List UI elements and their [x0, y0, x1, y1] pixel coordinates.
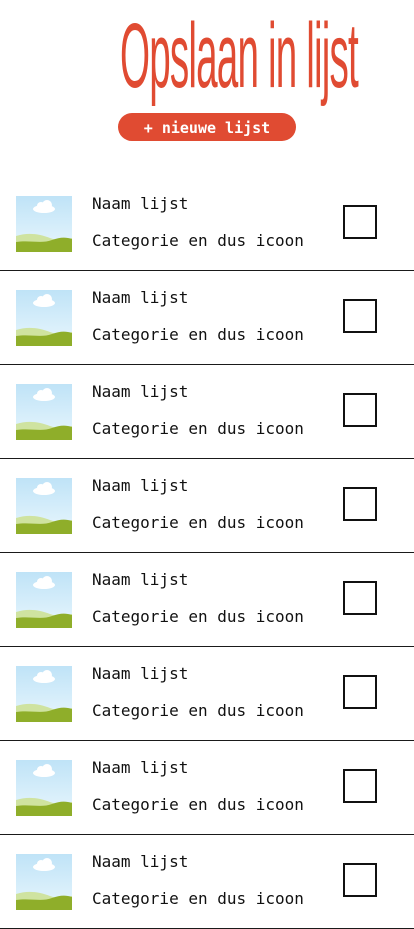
landscape-placeholder-icon — [16, 572, 72, 628]
list-name: Naam lijst — [92, 758, 189, 777]
list-category: Categorie en dus icoon — [92, 325, 304, 344]
list-checkbox[interactable] — [343, 863, 377, 897]
new-list-button[interactable]: + nieuwe lijst — [118, 113, 296, 141]
list-item[interactable]: Naam lijst Categorie en dus icoon — [0, 177, 414, 271]
list-checkbox[interactable] — [343, 769, 377, 803]
list-name: Naam lijst — [92, 664, 189, 683]
list-category: Categorie en dus icoon — [92, 889, 304, 908]
landscape-placeholder-icon — [16, 666, 72, 722]
list-name: Naam lijst — [92, 194, 189, 213]
list-item[interactable]: Naam lijst Categorie en dus icoon — [0, 459, 414, 553]
list-checkbox[interactable] — [343, 205, 377, 239]
landscape-placeholder-icon — [16, 854, 72, 910]
landscape-placeholder-icon — [16, 760, 72, 816]
list-item[interactable]: Naam lijst Categorie en dus icoon — [0, 365, 414, 459]
list-item[interactable]: Naam lijst Categorie en dus icoon — [0, 835, 414, 929]
list-name: Naam lijst — [92, 570, 189, 589]
list-item[interactable]: Naam lijst Categorie en dus icoon — [0, 741, 414, 835]
list-checkbox[interactable] — [343, 299, 377, 333]
list-name: Naam lijst — [92, 476, 189, 495]
landscape-placeholder-icon — [16, 384, 72, 440]
list-category: Categorie en dus icoon — [92, 231, 304, 250]
landscape-placeholder-icon — [16, 290, 72, 346]
list-checkbox[interactable] — [343, 487, 377, 521]
list-name: Naam lijst — [92, 852, 189, 871]
landscape-placeholder-icon — [16, 478, 72, 534]
list-item[interactable]: Naam lijst Categorie en dus icoon — [0, 271, 414, 365]
list-category: Categorie en dus icoon — [92, 419, 304, 438]
list-checkbox[interactable] — [343, 393, 377, 427]
list-checkbox[interactable] — [343, 675, 377, 709]
list-item[interactable]: Naam lijst Categorie en dus icoon — [0, 553, 414, 647]
list-name: Naam lijst — [92, 382, 189, 401]
list-category: Categorie en dus icoon — [92, 795, 304, 814]
list-name: Naam lijst — [92, 288, 189, 307]
page-title: Opslaan in lijst — [120, 5, 359, 107]
saved-lists: Naam lijst Categorie en dus icoon Naam l… — [0, 177, 414, 929]
list-category: Categorie en dus icoon — [92, 513, 304, 532]
list-category: Categorie en dus icoon — [92, 607, 304, 626]
landscape-placeholder-icon — [16, 196, 72, 252]
list-checkbox[interactable] — [343, 581, 377, 615]
list-item[interactable]: Naam lijst Categorie en dus icoon — [0, 647, 414, 741]
list-category: Categorie en dus icoon — [92, 701, 304, 720]
